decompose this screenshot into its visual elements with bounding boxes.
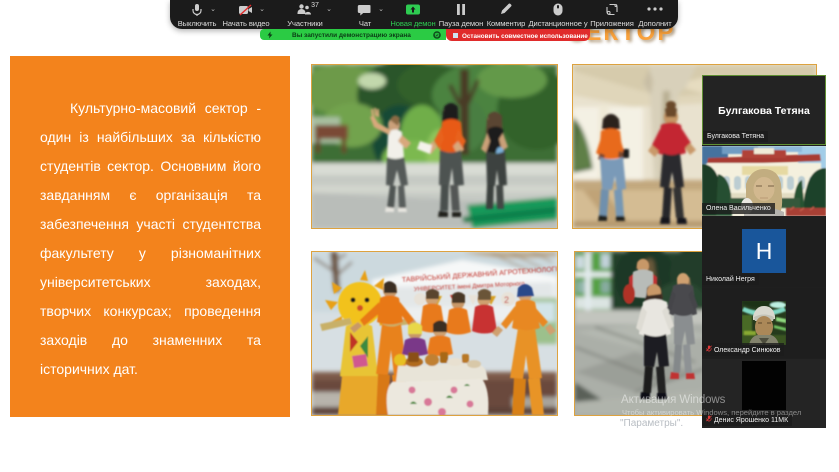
svg-text:2: 2 — [504, 295, 509, 305]
